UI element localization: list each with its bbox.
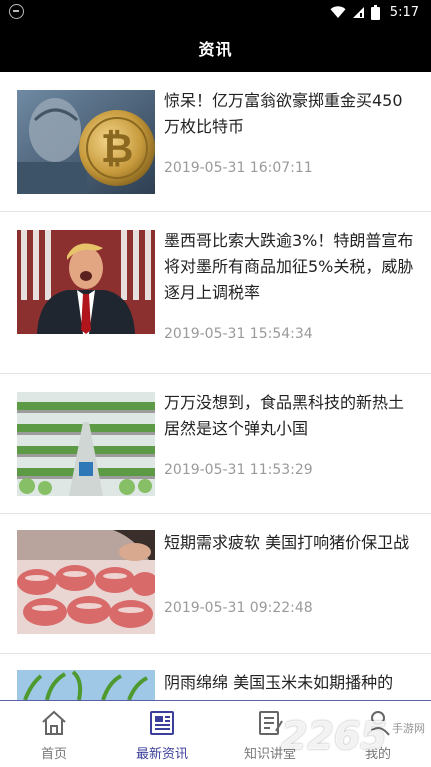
tab-latest-news[interactable]: 最新资讯	[108, 701, 216, 767]
app-header: 资讯	[0, 24, 431, 72]
tab-knowledge[interactable]: 知识讲堂	[216, 701, 324, 767]
trump-speech-image	[17, 230, 155, 334]
signal-icon	[352, 6, 364, 18]
pork-meat-image	[17, 530, 155, 634]
app-notification-icon	[9, 4, 24, 19]
news-icon	[150, 711, 174, 735]
news-headline[interactable]: 阴雨绵绵 美国玉米未如期播种的	[164, 670, 416, 696]
status-bar: 5:17	[0, 0, 431, 24]
tab-label: 我的	[364, 747, 391, 762]
wifi-icon	[330, 5, 346, 18]
battery-icon	[370, 4, 380, 20]
svg-text:₿: ₿	[101, 126, 134, 172]
news-date: 2019-05-31 11:53:29	[164, 462, 313, 478]
news-headline[interactable]: 万万没想到，食品黑科技的新热土居然是这个弹丸小国	[164, 390, 416, 442]
news-date: 2019-05-31 15:54:34	[164, 326, 313, 342]
news-headline[interactable]: 短期需求疲软 美国打响猪价保卫战	[164, 530, 416, 556]
status-time: 5:17	[389, 4, 419, 20]
news-item[interactable]: 阴雨绵绵 美国玉米未如期播种的	[0, 654, 431, 700]
news-item[interactable]: 短期需求疲软 美国打响猪价保卫战 2019-05-31 09:22:48	[0, 514, 431, 654]
home-icon	[42, 710, 66, 735]
news-item[interactable]: 万万没想到，食品黑科技的新热土居然是这个弹丸小国 2019-05-31 11:5…	[0, 374, 431, 514]
tab-label: 首页	[40, 747, 67, 762]
tab-label: 知识讲堂	[243, 747, 296, 762]
corn-field-image	[17, 670, 155, 700]
news-headline[interactable]: 墨西哥比索大跌逾3%！特朗普宣布将对墨所有商品加征5%关税，威胁逐月上调税率	[164, 228, 416, 306]
tab-home[interactable]: 首页	[0, 701, 108, 767]
news-item[interactable]: 墨西哥比索大跌逾3%！特朗普宣布将对墨所有商品加征5%关税，威胁逐月上调税率 2…	[0, 212, 431, 374]
bitcoin-money-image: ₿	[17, 90, 155, 194]
news-date: 2019-05-31 16:07:11	[164, 160, 313, 176]
knowledge-icon	[259, 711, 283, 735]
profile-icon	[366, 711, 390, 736]
tab-profile[interactable]: 我的	[324, 701, 431, 767]
tab-label: 最新资讯	[135, 747, 188, 762]
bottom-tab-bar: 首页 最新资讯 知识讲堂 我的	[0, 700, 431, 767]
news-item[interactable]: ₿ 惊呆！亿万富翁欲豪掷重金买450万枚比特币 2019-05-31 16:07…	[0, 72, 431, 212]
news-date: 2019-05-31 09:22:48	[164, 600, 313, 616]
page-title: 资讯	[198, 40, 233, 59]
vertical-farm-image	[17, 392, 155, 496]
news-headline[interactable]: 惊呆！亿万富翁欲豪掷重金买450万枚比特币	[164, 88, 416, 140]
news-list[interactable]: ₿ 惊呆！亿万富翁欲豪掷重金买450万枚比特币 2019-05-31 16:07…	[0, 72, 431, 700]
